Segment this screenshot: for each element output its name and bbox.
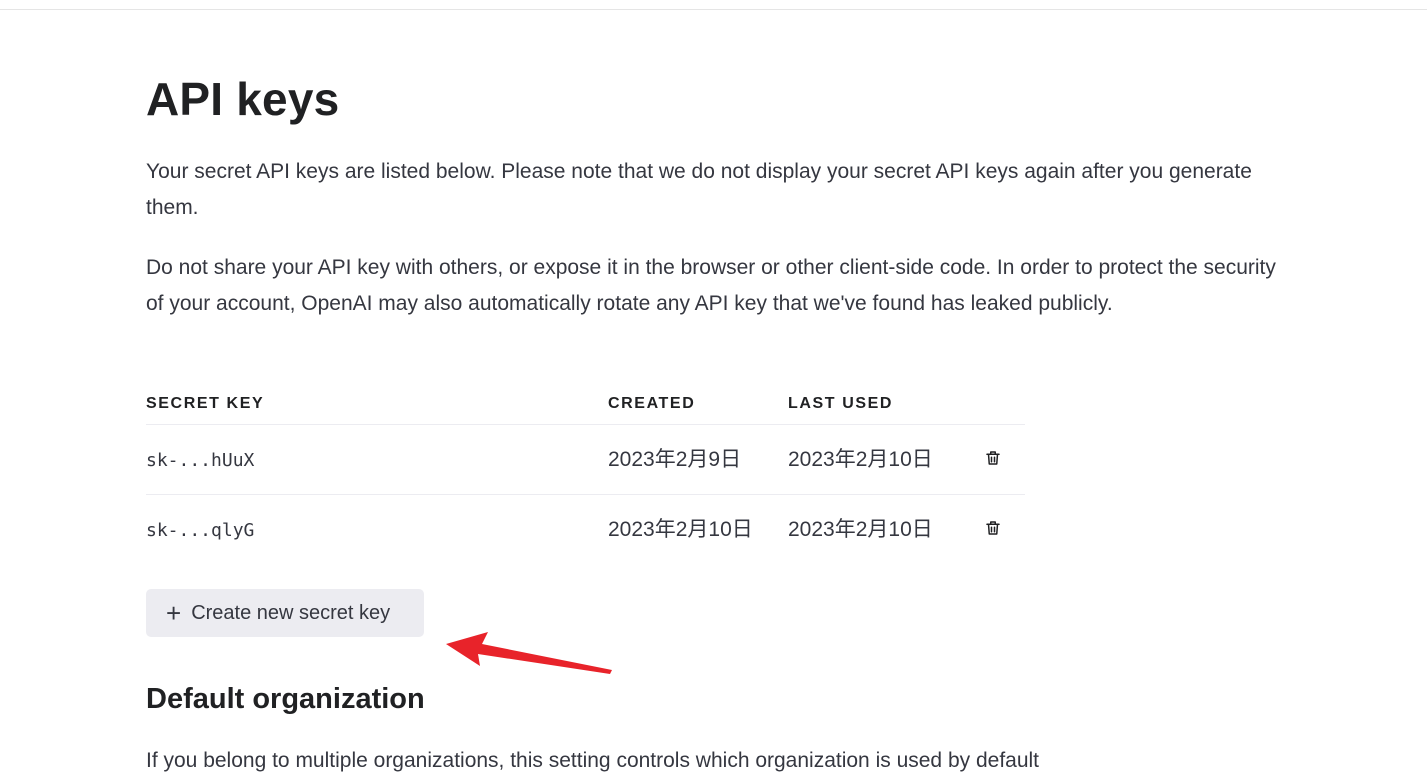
created-cell: 2023年2月9日 [608,424,788,495]
action-cell [978,424,1025,495]
secret-key-cell: sk-...hUuX [146,424,608,495]
annotation-arrow [446,632,612,674]
api-keys-table: SECRET KEY CREATED LAST USED sk-...hUuX … [146,384,1025,564]
column-header-actions [978,384,1025,425]
plus-icon: + [166,598,182,628]
default-organization-title: Default organization [146,683,425,715]
last-used-cell: 2023年2月10日 [788,424,978,495]
page-title: API keys [146,73,340,125]
secret-key-value: sk-...hUuX [146,449,255,471]
last-used-cell: 2023年2月10日 [788,495,978,565]
created-date: 2023年2月9日 [608,447,742,471]
last-used-date: 2023年2月10日 [788,447,933,471]
table-row: sk-...hUuX 2023年2月9日 2023年2月10日 [146,424,1025,495]
table-header-row: SECRET KEY CREATED LAST USED [146,384,1025,425]
action-cell [978,495,1025,565]
table-row: sk-...qlyG 2023年2月10日 2023年2月10日 [146,495,1025,565]
column-header-created: CREATED [608,384,788,425]
created-cell: 2023年2月10日 [608,495,788,565]
column-header-secret-key: SECRET KEY [146,384,608,425]
secret-key-cell: sk-...qlyG [146,495,608,565]
delete-key-button[interactable] [981,516,1005,540]
last-used-date: 2023年2月10日 [788,517,933,541]
api-keys-security-note: Do not share your API key with others, o… [146,256,1276,315]
create-button-label: Create new secret key [191,601,391,624]
trash-icon [986,451,1000,465]
column-header-last-used: LAST USED [788,384,978,425]
top-bar [0,0,1427,10]
trash-icon [986,521,1000,535]
secret-key-value: sk-...qlyG [146,519,255,541]
created-date: 2023年2月10日 [608,517,753,541]
delete-key-button[interactable] [981,446,1005,470]
default-organization-description: If you belong to multiple organizations,… [146,749,1040,772]
create-new-secret-key-button[interactable]: + Create new secret key [146,589,424,637]
api-keys-description: Your secret API keys are listed below. P… [146,160,1252,219]
